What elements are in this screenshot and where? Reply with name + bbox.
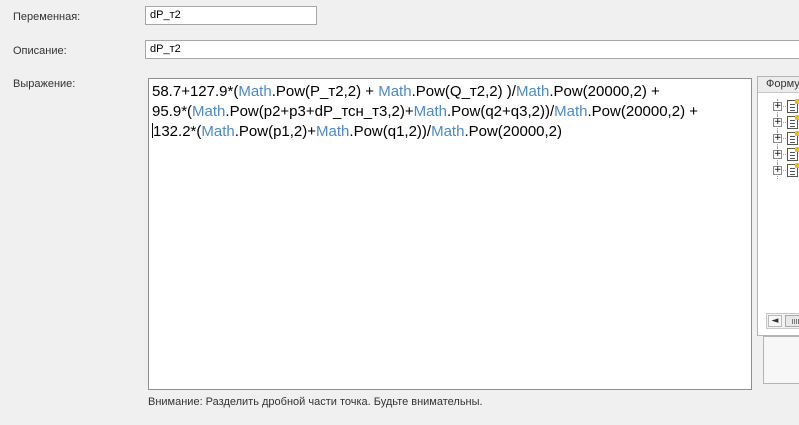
- math-keyword: Math: [515, 83, 550, 100]
- expression-line: 58.7+127.9*(Math.Pow(P_т2,2) + Math.Pow(…: [152, 82, 749, 102]
- math-keyword: Math: [431, 123, 465, 140]
- formula-tree-node[interactable]: +: [758, 131, 799, 147]
- scroll-thumb[interactable]: [785, 315, 799, 327]
- formula-panel-horizontal-scrollbar[interactable]: ◄: [766, 313, 799, 329]
- document-icon: [787, 131, 799, 145]
- math-keyword: Math: [192, 103, 226, 120]
- variable-input[interactable]: dP_т2: [145, 6, 317, 25]
- expression-token: Pow(q2+q3,2))/: [451, 103, 555, 120]
- scroll-left-arrow-icon[interactable]: ◄: [768, 315, 782, 327]
- math-keyword: Math: [316, 123, 350, 140]
- expression-line: 95.9*(Math.Pow(p2+p3+dP_тсн_т3,2)+Math.P…: [152, 102, 749, 122]
- expression-editor-form: Переменная: dP_т2 Описание: dP_т2 Выраже…: [0, 0, 799, 425]
- variable-label: Переменная:: [13, 11, 81, 23]
- formula-panel: Форму + + + + + ◄: [757, 76, 799, 336]
- expand-icon[interactable]: +: [773, 166, 782, 175]
- expand-icon[interactable]: +: [773, 102, 782, 111]
- expression-token: Pow(20000,2): [468, 123, 563, 140]
- expression-token: Pow(p1,2)+: [238, 123, 317, 140]
- expression-token: Pow(20000,2) +: [553, 83, 660, 100]
- expand-icon[interactable]: +: [773, 118, 782, 127]
- formula-tree-node[interactable]: +: [758, 99, 799, 115]
- math-keyword: Math: [201, 123, 235, 140]
- expression-token: 58.7+127.9*(: [152, 83, 239, 100]
- expand-icon[interactable]: +: [773, 150, 782, 159]
- expression-token: Pow(p2+p3+dP_тсн_т3,2)+: [229, 103, 414, 120]
- expression-token: 132.2*(: [153, 123, 202, 140]
- math-keyword: Math: [413, 103, 447, 120]
- expression-token: Pow(20000,2) +: [591, 103, 698, 120]
- expression-line: 132.2*(Math.Pow(p1,2)+Math.Pow(q1,2))/Ma…: [152, 122, 749, 142]
- decimal-separator-note: Внимание: Разделить дробной части точка.…: [148, 396, 483, 408]
- expand-icon[interactable]: +: [773, 134, 782, 143]
- formula-tree-node[interactable]: +: [758, 115, 799, 131]
- formula-tree-node[interactable]: +: [758, 147, 799, 163]
- description-label: Описание:: [13, 45, 67, 57]
- formula-tree[interactable]: + + + + +: [758, 99, 799, 179]
- description-input[interactable]: dP_т2: [145, 40, 799, 59]
- document-icon: [787, 99, 799, 113]
- formula-tree-node[interactable]: +: [758, 163, 799, 179]
- document-icon: [787, 147, 799, 161]
- math-keyword: Math: [238, 83, 272, 100]
- expression-token: 95.9*(: [152, 103, 193, 120]
- expression-token: Pow(q1,2))/: [353, 123, 432, 140]
- math-keyword: Math: [554, 103, 588, 120]
- expression-textarea[interactable]: 58.7+127.9*(Math.Pow(P_т2,2) + Math.Pow(…: [148, 78, 752, 390]
- document-icon: [787, 115, 799, 129]
- expression-label: Выражение:: [13, 78, 76, 90]
- math-keyword: Math: [378, 83, 412, 100]
- formula-panel-bottom-area: [763, 336, 799, 384]
- document-icon: [787, 163, 799, 177]
- expression-token: Pow(Q_т2,2) )/: [415, 83, 516, 100]
- expression-token: Pow(P_т2,2) +: [275, 83, 379, 100]
